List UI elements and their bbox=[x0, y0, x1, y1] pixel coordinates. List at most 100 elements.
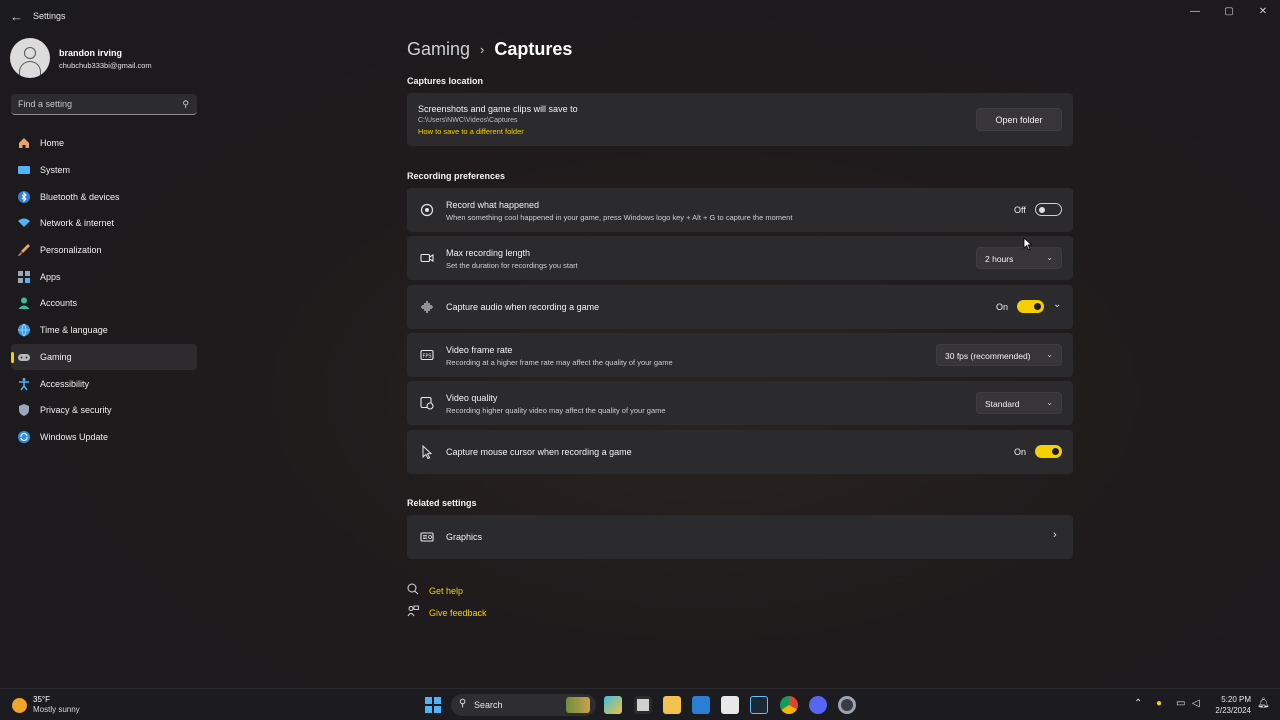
breadcrumb-parent[interactable]: Gaming bbox=[407, 39, 470, 60]
start-button[interactable] bbox=[425, 697, 441, 713]
give-feedback-row[interactable]: Give feedback bbox=[407, 605, 487, 620]
expand-chevron-icon[interactable]: ⌄ bbox=[1053, 299, 1061, 310]
discord-icon[interactable] bbox=[809, 696, 827, 714]
svg-text:FPS: FPS bbox=[422, 354, 431, 360]
bluetooth-icon bbox=[17, 190, 31, 204]
capture-mouse-cursor-toggle[interactable] bbox=[1035, 445, 1062, 458]
close-button[interactable]: ✕ bbox=[1246, 0, 1280, 22]
copilot-icon[interactable] bbox=[604, 696, 622, 714]
max-recording-length-title: Max recording length bbox=[446, 248, 531, 258]
record-icon bbox=[419, 202, 435, 218]
chevron-down-icon: ⌄ bbox=[1046, 350, 1053, 359]
graphics-title: Graphics bbox=[446, 532, 483, 542]
breadcrumb-separator: › bbox=[480, 42, 485, 57]
update-icon bbox=[17, 430, 31, 444]
back-arrow-icon[interactable]: ← bbox=[10, 9, 23, 24]
chrome-icon[interactable] bbox=[780, 696, 798, 714]
task-view-icon[interactable] bbox=[634, 696, 652, 714]
audio-waveform-icon bbox=[419, 299, 435, 315]
user-email: chubchub333bi@gmail.com bbox=[59, 61, 152, 70]
minimize-button[interactable]: — bbox=[1178, 0, 1212, 22]
tray-overflow-icon[interactable]: ⌃ bbox=[1134, 698, 1142, 709]
file-explorer-icon[interactable] bbox=[663, 696, 681, 714]
sidebar-item-time-language[interactable]: Time & language bbox=[11, 317, 197, 344]
graphics-settings-card[interactable]: Graphics › bbox=[407, 515, 1073, 559]
capture-mouse-cursor-title: Capture mouse cursor when recording a ga… bbox=[446, 447, 632, 457]
wifi-icon bbox=[17, 216, 31, 230]
taskbar-search-label: Search bbox=[474, 700, 503, 710]
sidebar-item-windows-update[interactable]: Windows Update bbox=[11, 424, 197, 451]
captures-location-card: Screenshots and game clips will save to … bbox=[407, 93, 1073, 146]
sidebar-item-network[interactable]: Network & internet bbox=[11, 210, 197, 237]
record-what-happened-toggle[interactable] bbox=[1035, 203, 1062, 216]
weather-temp: 35°F bbox=[33, 695, 50, 704]
sidebar-item-bluetooth[interactable]: Bluetooth & devices bbox=[11, 183, 197, 210]
settings-gear-icon[interactable] bbox=[838, 696, 856, 714]
sidebar-item-apps[interactable]: Apps bbox=[11, 263, 197, 290]
sidebar-item-system[interactable]: System bbox=[11, 157, 197, 184]
max-recording-length-desc: Set the duration for recordings you star… bbox=[446, 261, 578, 270]
clock[interactable]: 5:20 PM 2/23/2024 bbox=[1213, 694, 1251, 716]
avatar bbox=[10, 38, 50, 78]
video-frame-rate-dropdown[interactable]: 30 fps (recommended) ⌄ bbox=[936, 344, 1062, 366]
gamepad-icon bbox=[17, 350, 31, 364]
sidebar-item-privacy-security[interactable]: Privacy & security bbox=[11, 397, 197, 424]
section-related-settings: Related settings bbox=[407, 498, 477, 508]
microphone-icon[interactable]: ● bbox=[1156, 698, 1162, 709]
user-profile[interactable]: brandon irving chubchub333bi@gmail.com bbox=[10, 38, 210, 78]
sidebar-item-gaming[interactable]: Gaming bbox=[11, 343, 197, 371]
sidebar-item-accounts[interactable]: Accounts bbox=[11, 290, 197, 317]
capture-audio-card: Capture audio when recording a game On ⌄ bbox=[407, 285, 1073, 329]
user-name: brandon irving bbox=[59, 48, 122, 58]
clock-date: 2/23/2024 bbox=[1215, 706, 1251, 715]
notification-bell-icon[interactable]: 🔔︎ bbox=[1257, 698, 1270, 709]
mouse-pointer-icon bbox=[419, 444, 435, 460]
give-feedback-link[interactable]: Give feedback bbox=[429, 608, 487, 618]
window-controls: — ▢ ✕ bbox=[1178, 0, 1280, 22]
capture-audio-title: Capture audio when recording a game bbox=[446, 302, 600, 312]
gmail-icon[interactable] bbox=[721, 696, 739, 714]
chevron-down-icon: ⌄ bbox=[1046, 253, 1053, 262]
search-icon: ⚲ bbox=[459, 698, 467, 709]
sidebar-item-home[interactable]: Home bbox=[11, 130, 197, 157]
video-quality-dropdown[interactable]: Standard ⌄ bbox=[976, 392, 1062, 414]
capture-audio-toggle[interactable] bbox=[1017, 300, 1044, 313]
steam-icon[interactable] bbox=[750, 696, 768, 714]
clock-time: 5:20 PM bbox=[1221, 695, 1251, 704]
page-title: Captures bbox=[494, 39, 573, 59]
shield-icon bbox=[17, 403, 31, 417]
fps-icon: FPS bbox=[419, 347, 435, 363]
search-input[interactable]: Find a setting ⚲ bbox=[11, 94, 197, 115]
video-quality-desc: Recording higher quality video may affec… bbox=[446, 406, 666, 415]
video-quality-title: Video quality bbox=[446, 393, 498, 403]
globe-icon bbox=[17, 323, 31, 337]
chevron-down-icon: ⌄ bbox=[1046, 398, 1053, 407]
max-recording-length-dropdown[interactable]: 2 hours ⌄ bbox=[976, 247, 1062, 269]
taskbar-search[interactable]: ⚲ Search bbox=[451, 694, 596, 716]
capture-mouse-cursor-card: Capture mouse cursor when recording a ga… bbox=[407, 430, 1073, 474]
video-quality-icon bbox=[419, 395, 435, 411]
capture-audio-state: On bbox=[996, 302, 1009, 312]
taskbar: 35°F Mostly sunny ⚲ Search ⌃ ● ▭ ◁ 5:20 … bbox=[0, 688, 1280, 720]
save-location-help-link[interactable]: How to save to a different folder bbox=[418, 127, 524, 136]
search-placeholder: Find a setting bbox=[18, 99, 73, 109]
graphics-card-icon bbox=[419, 529, 435, 545]
brush-icon bbox=[17, 243, 31, 257]
search-highlight-icon bbox=[566, 697, 590, 713]
record-what-happened-title: Record what happened bbox=[446, 200, 540, 210]
breadcrumb: Gaming › Captures bbox=[407, 39, 572, 60]
volume-icon[interactable]: ◁ bbox=[1192, 698, 1200, 709]
home-icon bbox=[17, 136, 31, 150]
title-bar: ← Settings — ▢ ✕ bbox=[0, 0, 1280, 32]
open-folder-button[interactable]: Open folder bbox=[976, 108, 1062, 131]
network-icon[interactable]: ▭ bbox=[1176, 698, 1185, 709]
window-title: Settings bbox=[33, 11, 66, 21]
sidebar-item-personalization[interactable]: Personalization bbox=[11, 237, 197, 264]
get-help-row[interactable]: Get help bbox=[407, 583, 463, 598]
get-help-link[interactable]: Get help bbox=[429, 586, 463, 596]
mail-icon[interactable] bbox=[692, 696, 710, 714]
accounts-icon bbox=[17, 296, 31, 310]
mouse-cursor bbox=[1023, 237, 1033, 251]
maximize-button[interactable]: ▢ bbox=[1212, 0, 1246, 22]
sidebar-item-accessibility[interactable]: Accessibility bbox=[11, 370, 197, 397]
